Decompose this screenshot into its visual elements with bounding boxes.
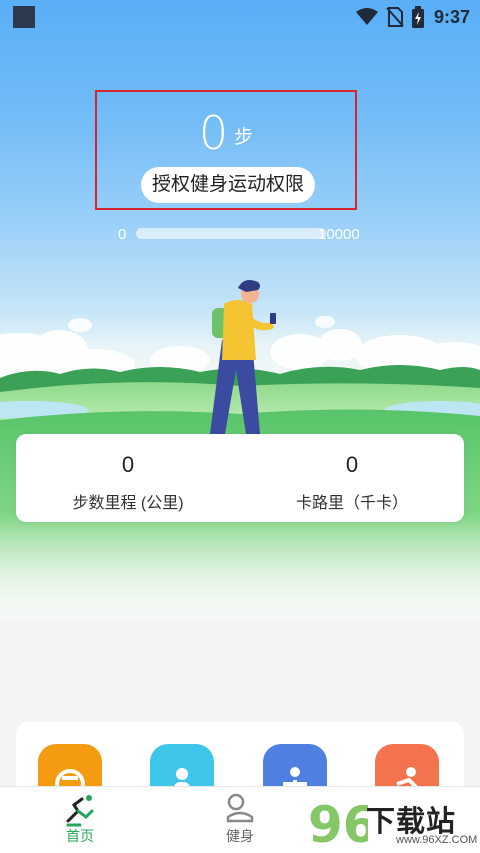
wifi-icon [355,8,378,25]
progress-min-label: 0 [118,226,127,243]
tab-fitness-label: 健身 [226,828,254,844]
step-counter-panel: 0步 授权健身运动权限 [95,90,357,210]
progress-track [136,228,326,239]
step-goal-progress: 0 10000 [118,224,368,244]
tab-home-label: 首页 [66,828,94,844]
status-bar: 9:37 [0,0,480,34]
authorize-permission-button[interactable]: 授权健身运动权限 [141,167,315,203]
calories-value: 0 [345,452,359,477]
watermark-logo: 96 [308,796,368,852]
battery-charging-icon [411,6,424,28]
clock: 9:37 [433,6,470,27]
step-unit: 步 [234,127,254,148]
progress-max-label: 10000 [318,226,360,243]
hero-scene: 0步 授权健身运动权限 0 10000 [0,0,480,620]
calories-stat: 0 卡路里（千卡） [240,434,464,522]
stats-card: 0 步数里程 (公里) 0 卡路里（千卡） [16,434,464,522]
distance-label: 步数里程 (公里) [72,495,184,512]
distance-value: 0 [121,452,135,477]
tab-fitness[interactable]: 健身 [190,787,290,853]
no-sim-icon [386,7,404,27]
fitness-icon [226,793,254,823]
distance-stat: 0 步数里程 (公里) [16,434,240,522]
svg-text:96: 96 [308,796,368,852]
calories-label: 卡路里（千卡） [295,495,408,512]
site-watermark: 96 下载站 www.96XZ.COM [306,792,480,853]
watermark-url: www.96XZ.COM [396,834,478,846]
app-notification-icon [13,6,35,28]
step-count: 0 [198,106,229,160]
tab-home[interactable]: 首页 [30,787,130,853]
running-icon [66,795,94,827]
